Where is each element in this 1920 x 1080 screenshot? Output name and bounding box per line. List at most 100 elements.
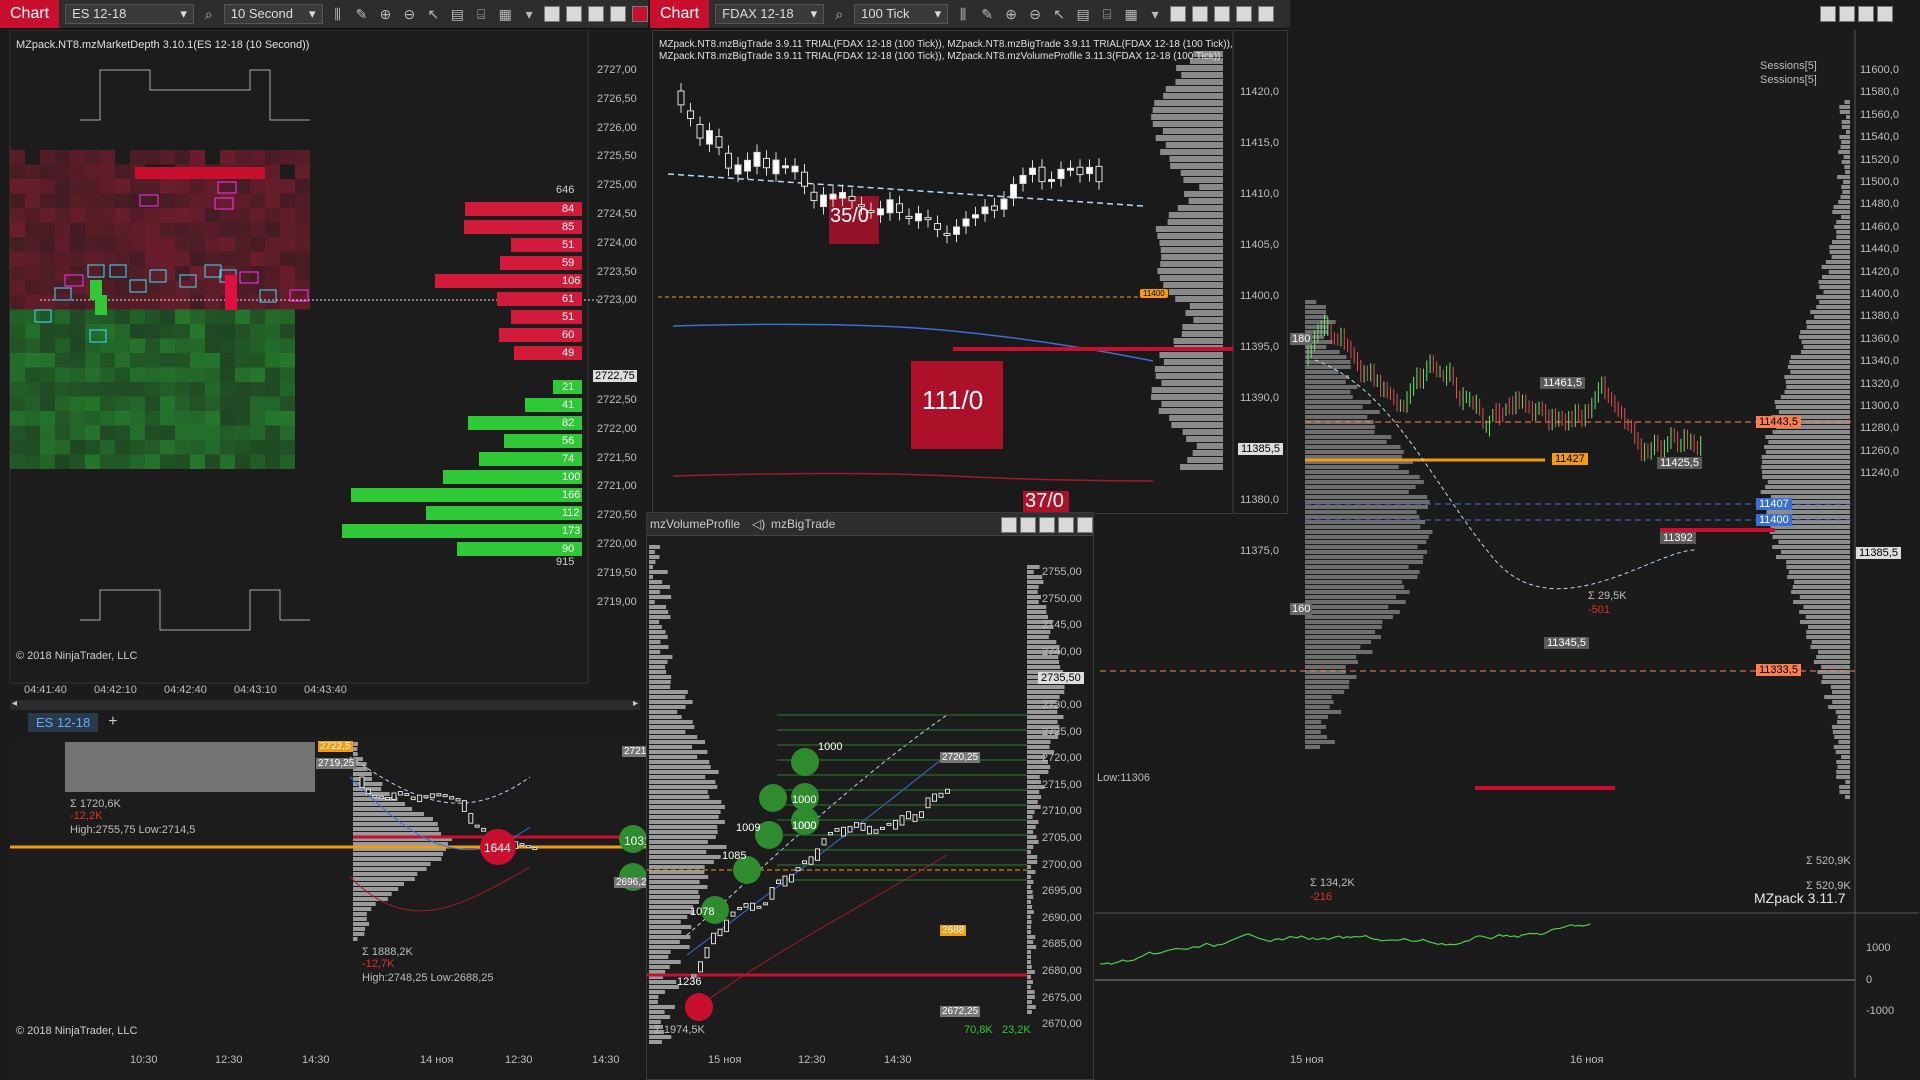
interval-select-left[interactable]: 10 Second ▾ xyxy=(223,4,323,24)
zoom-out-icon[interactable]: ⊖ xyxy=(1026,6,1044,23)
heatmap-cell-ask xyxy=(205,208,220,223)
draw-pencil-icon[interactable]: ✎ xyxy=(978,6,996,23)
left-profile-bar xyxy=(1305,430,1375,434)
close-button[interactable] xyxy=(1877,6,1893,22)
zoom-out-icon[interactable]: ⊖ xyxy=(400,6,418,23)
market-depth-chart[interactable] xyxy=(0,30,648,713)
tile2-button[interactable] xyxy=(566,6,583,22)
vp-bar xyxy=(1161,380,1223,386)
heatmap-cell-bid xyxy=(10,309,25,324)
fdax-bigtrade-chart[interactable] xyxy=(652,30,1288,514)
candle-body xyxy=(753,151,761,167)
heatmap-cell-bid xyxy=(115,454,130,469)
maximize-button[interactable] xyxy=(1058,517,1074,533)
bar-type-icon[interactable]: ⫼ xyxy=(954,6,972,23)
instrument-select-left[interactable]: ES 12-18 ▾ xyxy=(65,4,194,24)
heatmap-cell-bid xyxy=(145,353,160,368)
mzvp-time-tick: 12:30 xyxy=(798,1054,826,1066)
data-box-icon[interactable]: ▤ xyxy=(1074,6,1092,23)
mzvp-left-profile xyxy=(649,775,706,779)
tile-button[interactable] xyxy=(1001,517,1017,533)
instrument-select-mid[interactable]: FDAX 12-18 ▾ xyxy=(715,4,825,24)
speaker-icon[interactable]: ◁) xyxy=(752,517,765,531)
heatmap-cell-bid xyxy=(235,396,250,411)
heatmap-cell-bid xyxy=(265,411,280,426)
properties-icon[interactable]: ⌸ xyxy=(1098,6,1116,23)
minimize-button[interactable] xyxy=(1039,517,1055,533)
close-button[interactable] xyxy=(1077,517,1093,533)
heatmap-cell-ask xyxy=(235,222,250,237)
es-tab[interactable]: ES 12-18 xyxy=(28,712,99,732)
tile-button[interactable] xyxy=(544,6,561,22)
close-button[interactable] xyxy=(632,6,648,22)
chart-tab-mid[interactable]: Chart xyxy=(650,0,710,28)
session-profile-bar xyxy=(1781,550,1850,554)
properties-icon[interactable]: ⌸ xyxy=(472,6,490,23)
data-box-icon[interactable]: ▤ xyxy=(448,6,466,23)
minimize-button[interactable] xyxy=(1214,6,1231,22)
session-profile-bar xyxy=(1843,180,1850,184)
fdax-price-tick: 11420,0 xyxy=(1240,86,1279,98)
heatmap-cell-bid xyxy=(85,411,100,426)
zoom-in-icon[interactable]: ⊕ xyxy=(376,6,394,23)
pointer-icon[interactable]: ↖ xyxy=(424,6,442,23)
heatmap-cell-ask xyxy=(265,208,280,223)
search-icon[interactable]: ⌕ xyxy=(830,6,848,23)
es-profile-bar xyxy=(353,907,372,911)
session-profile-bar xyxy=(1840,145,1850,149)
minimize-button[interactable] xyxy=(588,6,605,22)
close-button[interactable] xyxy=(1258,6,1275,22)
session-profile-bar xyxy=(1838,200,1850,204)
add-tab-button[interactable]: + xyxy=(108,713,117,731)
mzvp-left-profile xyxy=(649,860,714,864)
zoom-in-icon[interactable]: ⊕ xyxy=(1002,6,1020,23)
minimize-button[interactable] xyxy=(1839,6,1855,22)
heatmap-cell-ask xyxy=(40,164,55,179)
tile-button[interactable] xyxy=(1820,6,1836,22)
dropdown-icon[interactable]: ▾ xyxy=(1146,6,1164,23)
depth-time-tick: 04:42:40 xyxy=(164,684,207,696)
heatmap-cell-bid xyxy=(40,367,55,382)
search-icon[interactable]: ⌕ xyxy=(200,6,218,23)
pointer-icon[interactable]: ↖ xyxy=(1050,6,1068,23)
mzvp-window[interactable]: mzVolumeProfile ◁) mzBigTrade xyxy=(646,512,1094,1080)
heatmap-cell-ask xyxy=(175,295,190,310)
dropdown-icon[interactable]: ▾ xyxy=(520,6,538,23)
bar-type-icon[interactable]: ⫼ xyxy=(329,6,347,23)
maximize-button[interactable] xyxy=(1236,6,1253,22)
heatmap-cell-ask xyxy=(295,164,310,179)
indicators-icon[interactable]: ▦ xyxy=(1122,6,1140,23)
heatmap-cell-ask xyxy=(220,237,235,252)
es-tab-bar: ES 12-18 + xyxy=(28,711,118,733)
heatmap-cell-bid xyxy=(265,425,280,440)
tile-button[interactable] xyxy=(1170,6,1187,22)
mzvp-right-profile xyxy=(1027,800,1038,804)
vp-bar xyxy=(1182,429,1223,435)
depth-title: MZpack.NT8.mzMarketDepth 3.10.1(ES 12-18… xyxy=(16,39,310,51)
heatmap-cell-ask xyxy=(190,208,205,223)
heatmap-cell-ask xyxy=(25,179,40,194)
session-profile-bar xyxy=(1799,335,1850,339)
heatmap-cell-ask xyxy=(40,266,55,281)
tile2-button[interactable] xyxy=(1020,517,1036,533)
tile2-button[interactable] xyxy=(1192,6,1209,22)
left-profile-bar xyxy=(1305,515,1420,519)
vp-bar xyxy=(1155,373,1223,379)
heatmap-cell-bid xyxy=(205,367,220,382)
indicators-icon[interactable]: ▦ xyxy=(496,6,514,23)
session-profile-bar xyxy=(1818,650,1850,654)
mzvp-titlebar[interactable]: mzVolumeProfile ◁) mzBigTrade xyxy=(647,513,1093,536)
left-profile-bar xyxy=(1305,645,1361,649)
mzvp-left-profile xyxy=(649,1015,671,1019)
candle-body xyxy=(696,124,704,139)
draw-pencil-icon[interactable]: ✎ xyxy=(353,6,371,23)
heatmap-cell-bid xyxy=(280,440,295,455)
chart-tab-left[interactable]: Chart xyxy=(0,0,60,28)
interval-select-mid[interactable]: 100 Tick ▾ xyxy=(854,4,949,24)
mzvp-title: mzVolumeProfile xyxy=(650,517,741,531)
session-profile-bar xyxy=(1761,470,1850,474)
horizontal-scrollbar[interactable]: ◂ ▸ xyxy=(10,698,640,710)
maximize-button[interactable] xyxy=(1858,6,1874,22)
maximize-button[interactable] xyxy=(610,6,627,22)
mzvp-left-profile xyxy=(649,800,722,804)
